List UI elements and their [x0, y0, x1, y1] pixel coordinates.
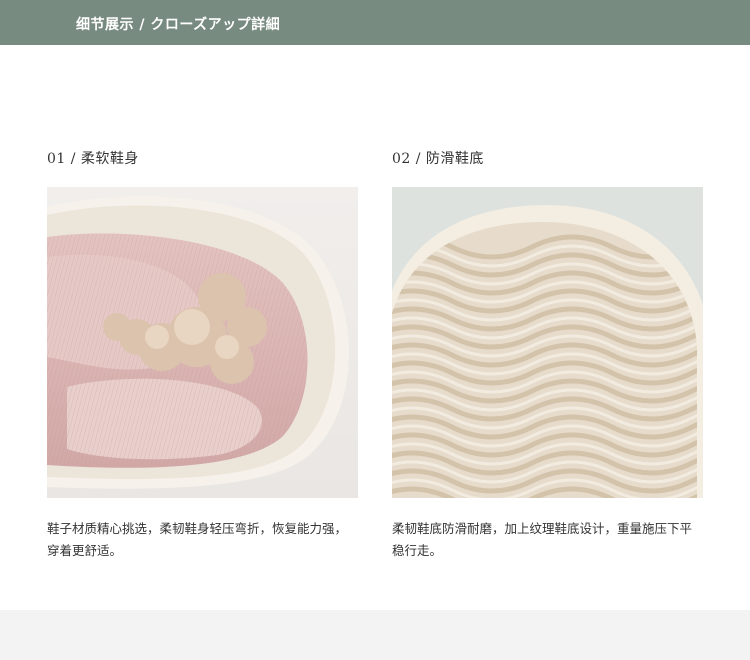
product-photo-folded-slipper [47, 187, 358, 498]
header-bar: 细节展示 / クローズアップ詳細 [0, 0, 750, 45]
detail-card-anti-slip-sole: 02 / 防滑鞋底 柔韧鞋底防滑耐磨，加上纹理鞋底设计，重量施压下平稳行走。 [392, 148, 703, 558]
detail-card-soft-upper: 01 / 柔软鞋身 鞋子材质精心挑选，柔韧鞋身轻压弯折，恢复能力强，穿着更舒适。 [47, 148, 358, 558]
card-heading: 02 / 防滑鞋底 [392, 151, 484, 167]
card-description: 鞋子材质精心挑选，柔韧鞋身轻压弯折，恢复能力强，穿着更舒适。 [47, 521, 348, 558]
product-photo-sole [392, 187, 703, 498]
card-description: 柔韧鞋底防滑耐磨，加上纹理鞋底设计，重量施压下平稳行走。 [392, 521, 693, 558]
footer-band [0, 610, 750, 660]
section-title: 细节展示 / クローズアップ詳細 [76, 17, 281, 33]
folded-slipper-image [47, 187, 358, 498]
sole-texture-image [392, 187, 703, 498]
card-heading: 01 / 柔软鞋身 [47, 151, 139, 167]
